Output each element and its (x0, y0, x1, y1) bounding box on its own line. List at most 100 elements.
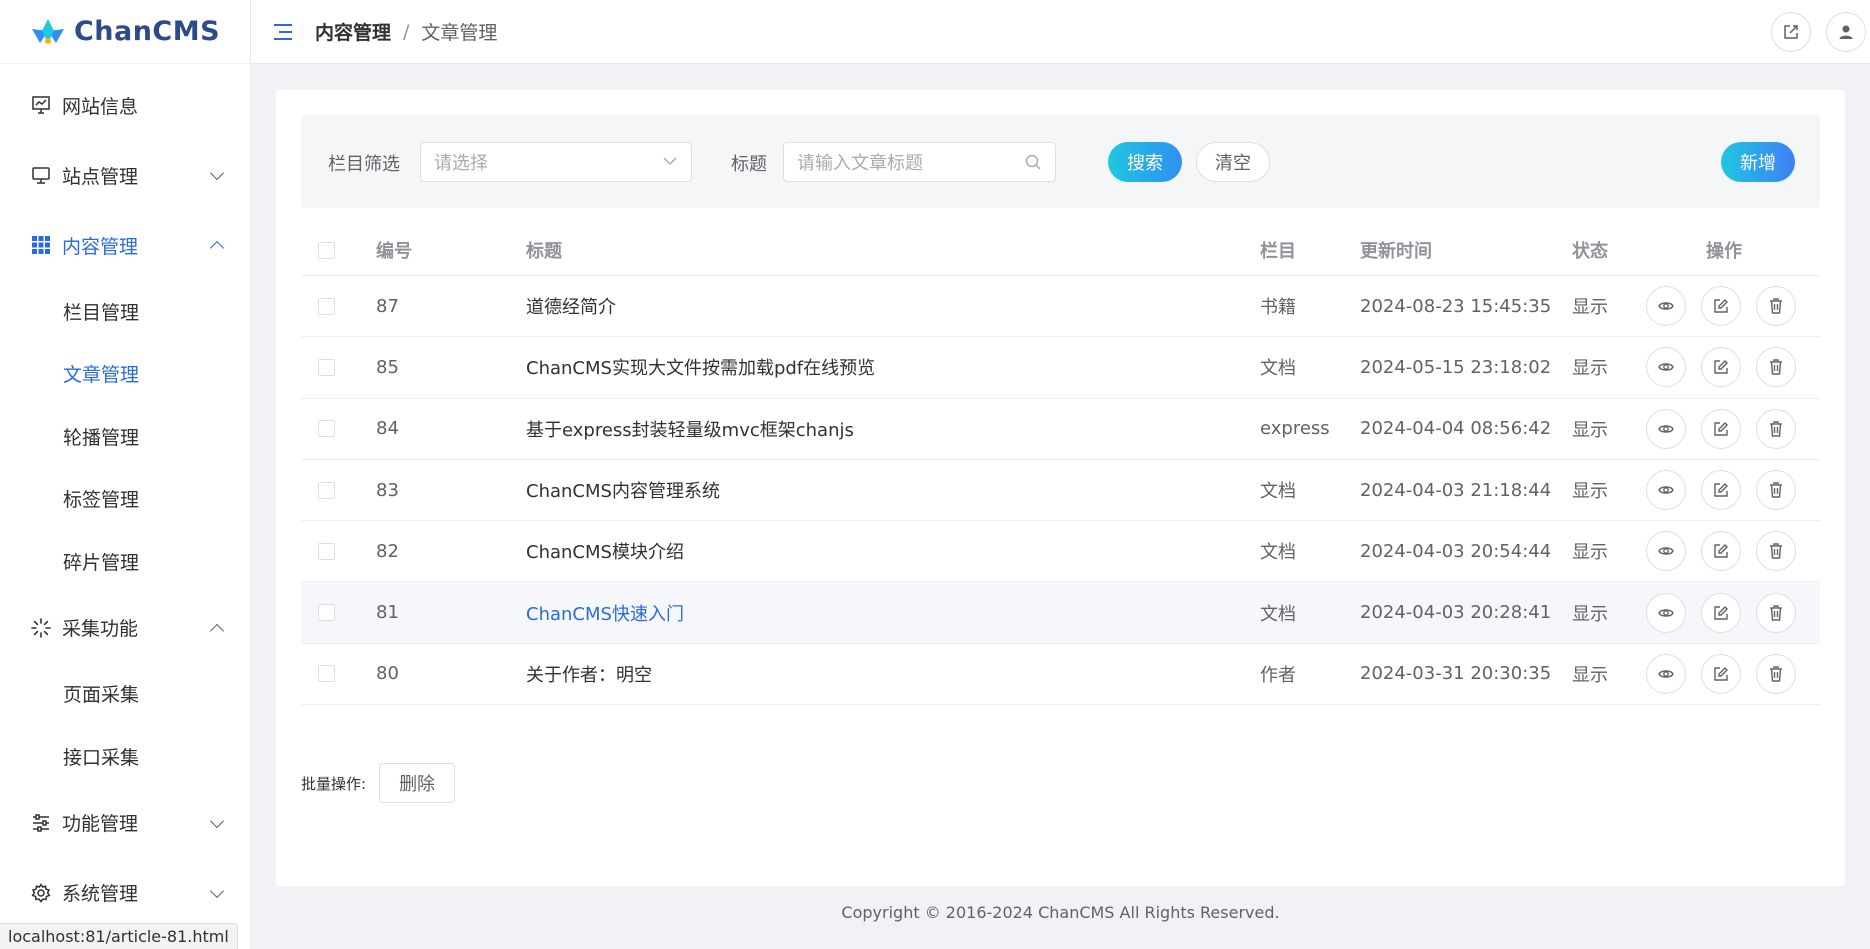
chevron-down-icon (209, 165, 225, 181)
select-all-checkbox[interactable] (318, 241, 335, 259)
edit-button[interactable] (1701, 347, 1741, 388)
view-button[interactable] (1646, 470, 1686, 511)
edit-icon (1714, 483, 1728, 497)
sidebar-subitem-page-collect[interactable]: 页面采集 (0, 663, 250, 726)
cell-title-link[interactable]: 道德经简介 (526, 276, 616, 336)
cell-actions (1646, 337, 1796, 397)
cell-status: 显示 (1572, 419, 1608, 441)
batch-delete-button[interactable]: 删除 (379, 763, 456, 803)
sidebar-item-site-info[interactable]: 网站信息 (0, 70, 250, 140)
eye-icon (1658, 421, 1674, 437)
sidebar-subitem-carousel[interactable]: 轮播管理 (0, 405, 250, 468)
cell-title-link[interactable]: 基于express封装轻量级mvc框架chanjs (526, 399, 854, 459)
eye-icon (1658, 605, 1674, 621)
breadcrumb: 内容管理 / 文章管理 (315, 18, 497, 45)
cell-title-link[interactable]: ChanCMS内容管理系统 (526, 460, 720, 520)
sidebar-subitem-tags[interactable]: 标签管理 (0, 468, 250, 531)
chevron-up-icon (209, 623, 225, 638)
cell-updated: 2024-08-23 15:45:35 (1360, 295, 1552, 317)
search-button[interactable]: 搜索 (1108, 142, 1182, 182)
eye-icon (1658, 298, 1674, 314)
sidebar-item-content-management[interactable]: 内容管理 (0, 210, 250, 280)
edit-button[interactable] (1701, 653, 1741, 694)
sidebar-item-site-management[interactable]: 站点管理 (0, 140, 250, 210)
table-row: 83 ChanCMS内容管理系统 文档 2024-04-03 21:18:44 显示 (301, 460, 1820, 522)
edit-button[interactable] (1701, 408, 1741, 449)
cell-actions (1646, 276, 1796, 336)
menu-toggle-icon[interactable] (274, 23, 292, 40)
delete-button[interactable] (1756, 286, 1796, 327)
cell-title-link[interactable]: ChanCMS实现大文件按需加载pdf在线预览 (526, 337, 875, 397)
cell-title-link[interactable]: ChanCMS模块介绍 (526, 521, 684, 581)
cell-updated: 2024-05-15 23:18:02 (1360, 356, 1552, 378)
row-checkbox[interactable] (318, 358, 335, 376)
trash-icon (1769, 666, 1783, 682)
sidebar-item-collection[interactable]: 采集功能 (0, 593, 250, 663)
category-select-placeholder: 请选择 (434, 153, 488, 174)
eye-icon (1658, 543, 1674, 559)
category-select[interactable]: 请选择 (420, 142, 692, 182)
title-search-placeholder: 请输入文章标题 (797, 153, 923, 174)
edit-button[interactable] (1701, 531, 1741, 572)
row-checkbox[interactable] (318, 665, 335, 683)
edit-icon (1714, 360, 1728, 375)
column-header-title: 标题 (526, 241, 562, 262)
cell-id: 83 (376, 479, 399, 501)
edit-button[interactable] (1701, 470, 1741, 511)
clear-button[interactable]: 清空 (1196, 142, 1270, 182)
row-checkbox[interactable] (318, 420, 335, 438)
content-card: 栏目筛选 请选择 标题 请输入文章标题 搜索 清空 新增 编号 标题 栏目 更新… (276, 90, 1845, 886)
cell-id: 87 (376, 295, 399, 317)
row-checkbox[interactable] (318, 542, 335, 560)
cell-category: 文档 (1260, 481, 1296, 503)
sidebar-subitem-category[interactable]: 栏目管理 (0, 280, 250, 343)
view-button[interactable] (1646, 531, 1686, 572)
row-checkbox[interactable] (318, 481, 335, 499)
user-avatar-button[interactable] (1826, 12, 1866, 52)
cell-title-link[interactable]: 关于作者：明空 (526, 644, 652, 704)
delete-button[interactable] (1756, 531, 1796, 572)
sidebar-item-label: 内容管理 (62, 235, 139, 258)
cell-actions (1646, 399, 1796, 459)
sidebar-item-function-management[interactable]: 功能管理 (0, 788, 250, 858)
logo[interactable]: ChanCMS (0, 0, 250, 64)
edit-button[interactable] (1701, 286, 1741, 327)
cell-title-link[interactable]: ChanCMS快速入门 (526, 582, 684, 642)
edit-button[interactable] (1701, 592, 1741, 633)
trash-icon (1769, 604, 1783, 621)
view-button[interactable] (1646, 653, 1686, 694)
view-button[interactable] (1646, 347, 1686, 388)
chevron-down-icon (209, 883, 225, 898)
gear-icon (30, 882, 52, 904)
cell-id: 80 (376, 663, 399, 685)
title-search-input[interactable]: 请输入文章标题 (783, 142, 1056, 182)
delete-button[interactable] (1756, 347, 1796, 388)
breadcrumb-item[interactable]: 内容管理 (315, 18, 391, 45)
sidebar-item-label: 系统管理 (62, 883, 139, 905)
eye-icon (1658, 482, 1674, 498)
row-checkbox[interactable] (318, 297, 335, 315)
column-header-status: 状态 (1572, 241, 1608, 262)
delete-button[interactable] (1756, 653, 1796, 694)
cell-category: 文档 (1260, 358, 1296, 380)
cell-actions (1646, 582, 1796, 642)
eye-icon (1658, 666, 1674, 682)
article-table: 编号 标题 栏目 更新时间 状态 操作 87 道德经简介 书籍 2024-08-23 … (301, 225, 1820, 706)
view-button[interactable] (1646, 286, 1686, 327)
sidebar-item-system-management[interactable]: 系统管理 (0, 858, 250, 928)
top-header: 内容管理 / 文章管理 (251, 0, 1870, 64)
delete-button[interactable] (1756, 408, 1796, 449)
add-article-button[interactable]: 新增 (1721, 142, 1795, 182)
sidebar-subitem-api-collect[interactable]: 接口采集 (0, 725, 250, 788)
cell-status: 显示 (1572, 481, 1608, 503)
delete-button[interactable] (1756, 592, 1796, 633)
cell-id: 85 (376, 356, 399, 378)
view-button[interactable] (1646, 592, 1686, 633)
row-checkbox[interactable] (318, 604, 335, 622)
external-link-icon (1784, 25, 1798, 39)
sidebar-subitem-article[interactable]: 文章管理 (0, 343, 250, 406)
sidebar-subitem-fragments[interactable]: 碎片管理 (0, 530, 250, 593)
delete-button[interactable] (1756, 470, 1796, 511)
external-link-button[interactable] (1771, 12, 1811, 52)
view-button[interactable] (1646, 408, 1686, 449)
